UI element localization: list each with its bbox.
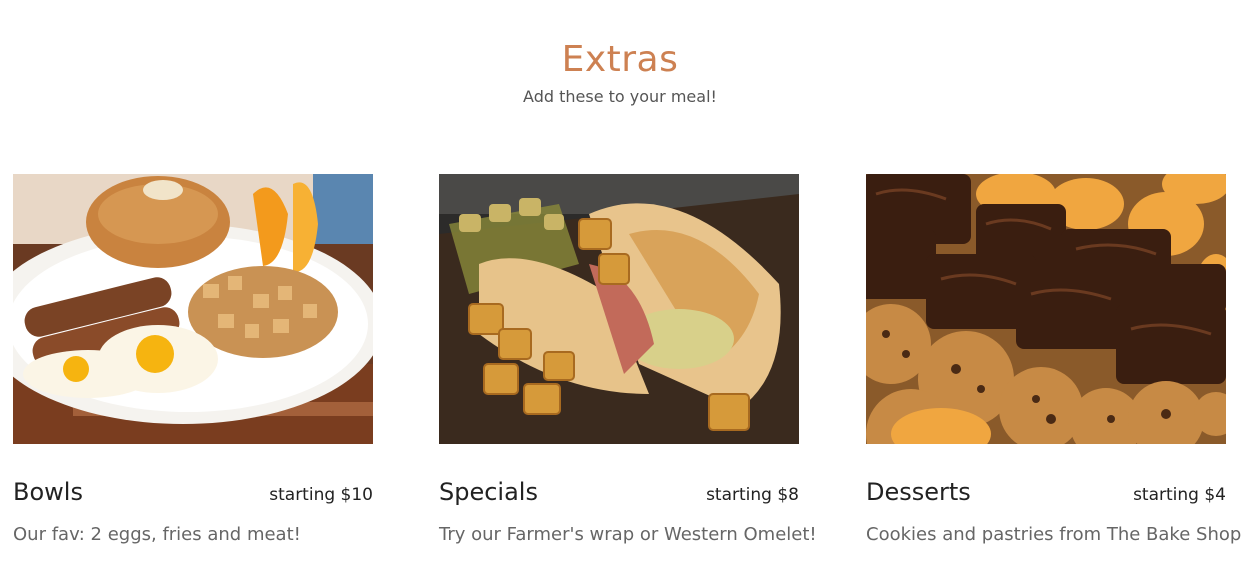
section-subtitle: Add these to your meal!: [523, 87, 717, 106]
menu-card-bowls[interactable]: Bowls starting $10 Our fav: 2 eggs, frie…: [13, 174, 373, 545]
cookies-brownies-image: [866, 174, 1226, 444]
card-name: Bowls: [13, 478, 83, 506]
menu-card-specials[interactable]: Specials starting $8 Try our Farmer's wr…: [439, 174, 817, 545]
breakfast-plate-image: [13, 174, 373, 444]
card-description: Our fav: 2 eggs, fries and meat!: [13, 524, 301, 545]
card-name: Desserts: [866, 478, 971, 506]
card-price: starting $8: [706, 485, 799, 505]
card-title-row: Bowls starting $10: [13, 478, 373, 506]
card-title-row: Specials starting $8: [439, 478, 799, 506]
breakfast-wrap-image: [439, 174, 799, 444]
card-title-row: Desserts starting $4: [866, 478, 1226, 506]
card-price: starting $4: [1133, 485, 1226, 505]
section-title: Extras: [561, 39, 679, 80]
card-description: Cookies and pastries from The Bake Shop: [866, 524, 1242, 545]
card-price: starting $10: [269, 485, 373, 505]
section-header: Extras Add these to your meal!: [0, 38, 1240, 108]
card-name: Specials: [439, 478, 538, 506]
card-description: Try our Farmer's wrap or Western Omelet!: [439, 524, 817, 545]
menu-card-desserts[interactable]: Desserts starting $4 Cookies and pastrie…: [866, 174, 1242, 545]
